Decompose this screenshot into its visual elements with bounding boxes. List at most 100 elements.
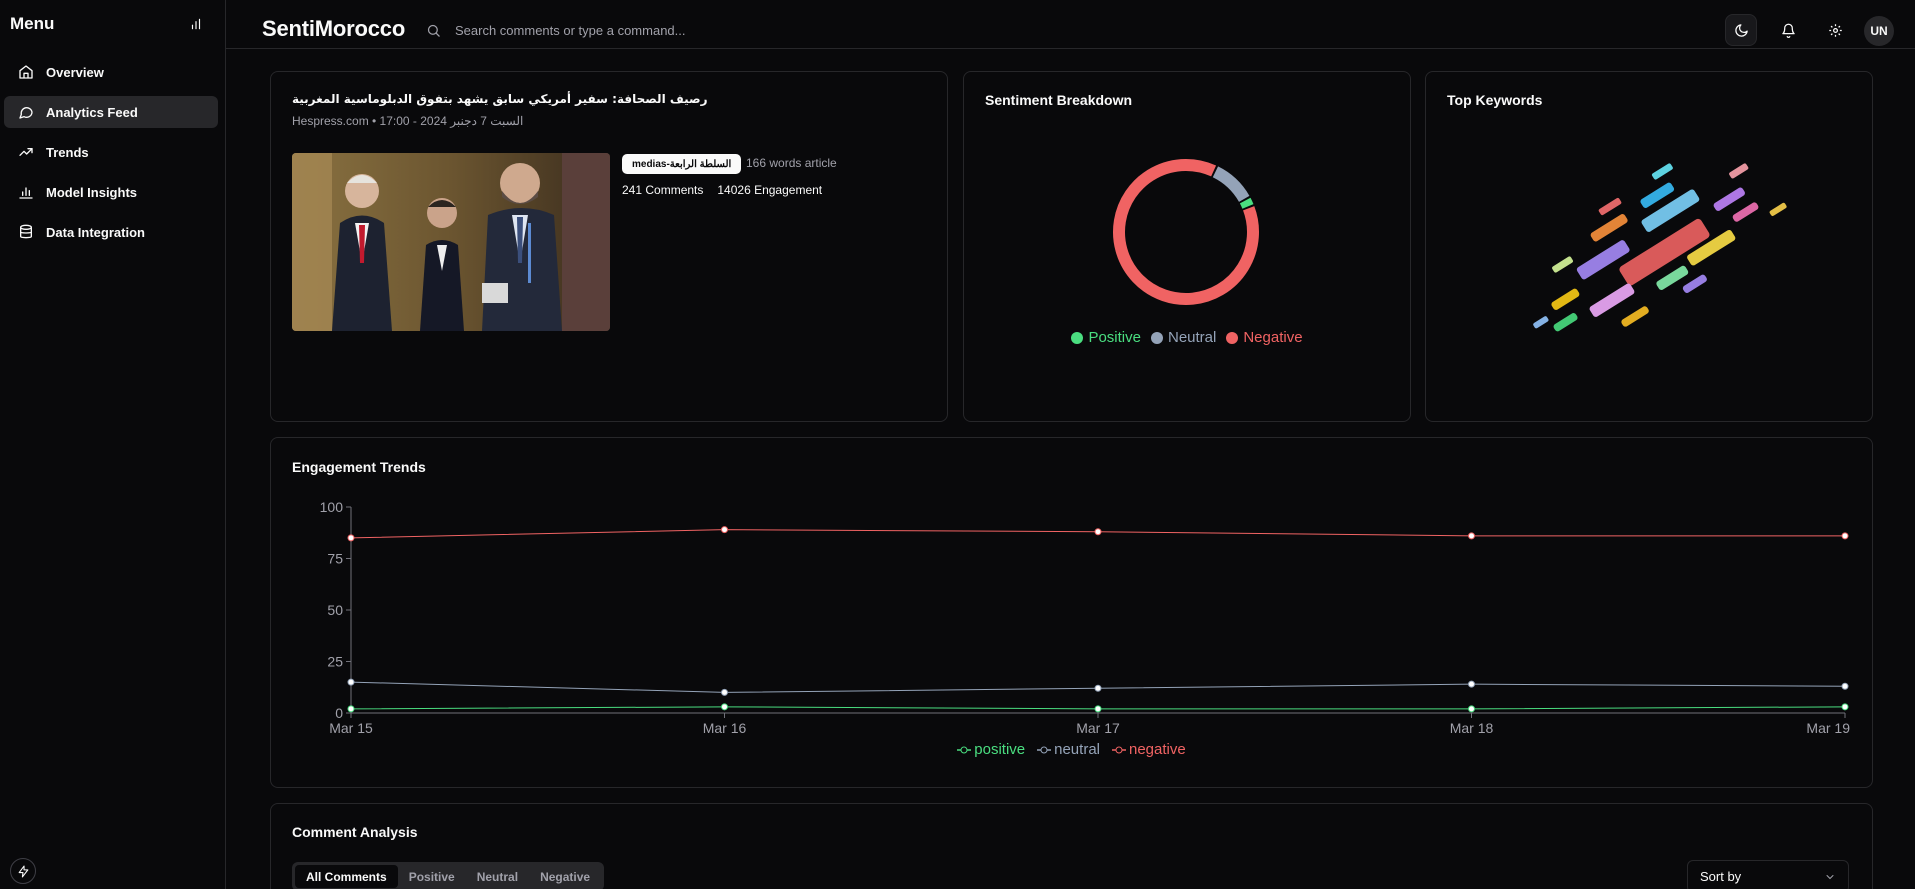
legend-positive[interactable]: Positive	[1071, 329, 1141, 346]
legend-neutral[interactable]: Neutral	[1150, 329, 1217, 346]
sidebar-toggle-button[interactable]	[186, 14, 206, 34]
sidebar: Menu Overview Analytics Feed Trends Mode…	[0, 0, 226, 889]
data-point-neutral	[1841, 682, 1849, 690]
category-badge[interactable]: medias-السلطة الرابعة	[622, 154, 742, 174]
legend-dot	[1071, 331, 1084, 344]
legend-label: positive	[974, 741, 1026, 758]
lightning-icon	[18, 865, 28, 877]
comment-filter-tabs: All Comments Positive Neutral Negative	[292, 862, 605, 889]
search-bar[interactable]	[426, 14, 1706, 46]
legend-negative[interactable]: Negative	[1226, 329, 1303, 346]
article-meta: Hespress.com • 17:00 - 2024 السبت 7 دجنب…	[292, 114, 524, 128]
data-point-negative	[347, 534, 355, 542]
sidebar-title: Menu	[10, 14, 55, 33]
legend-label: Neutral	[1167, 329, 1217, 346]
engagement-count: 14026 Engagement	[717, 183, 823, 197]
settings-button[interactable]	[1819, 14, 1851, 46]
y-tick-label: 50	[327, 602, 343, 618]
theme-toggle-button[interactable]	[1725, 14, 1757, 46]
bell-icon	[1781, 23, 1795, 38]
comment-analysis-title: Comment Analysis	[292, 824, 418, 840]
legend-label: neutral	[1054, 741, 1100, 758]
legend-line-marker	[1112, 746, 1126, 753]
sidebar-item-analytics-feed[interactable]: Analytics Feed	[4, 96, 218, 128]
x-tick-label: Mar 19	[1806, 720, 1850, 736]
top-header: SentiMorocco UN	[226, 0, 1915, 49]
article-photo	[292, 153, 610, 331]
article-stats: 241 Comments 14026 Engagement	[622, 183, 822, 197]
data-point-negative	[721, 526, 728, 534]
sort-label: Sort by	[1700, 869, 1742, 884]
keywords-card: Top Keywords	[1425, 71, 1873, 422]
legend-negative[interactable]: negative	[1112, 741, 1186, 758]
sidebar-item-label: Trends	[46, 144, 89, 160]
trending-up-icon	[19, 148, 33, 156]
x-tick-label: Mar 18	[1450, 720, 1494, 736]
message-circle-icon	[19, 107, 33, 119]
legend-dot	[1150, 331, 1163, 344]
legend-line-marker	[957, 746, 972, 753]
trends-legend: positive neutral negative	[271, 741, 1872, 758]
article-image[interactable]	[292, 153, 610, 331]
search-input[interactable]	[455, 22, 1355, 38]
data-point-neutral	[1468, 680, 1475, 688]
gear-icon	[1828, 23, 1842, 37]
legend-neutral[interactable]: neutral	[1037, 741, 1100, 758]
legend-label: Negative	[1243, 329, 1303, 346]
article-title[interactable]: رصيف الصحافة: سفير أمريكي سابق يشهد بتفو…	[292, 92, 772, 106]
y-tick-label: 0	[335, 705, 343, 721]
x-tick-label: Mar 16	[703, 720, 747, 736]
home-icon	[19, 65, 33, 79]
legend-label: Positive	[1088, 329, 1141, 346]
quick-action-button[interactable]	[10, 858, 36, 884]
x-tick-label: Mar 17	[1076, 720, 1120, 736]
legend-label: negative	[1129, 741, 1186, 758]
word-cloud-graphic	[1533, 163, 1787, 332]
comment-analysis-card: Comment Analysis All Comments Positive N…	[270, 803, 1873, 889]
sidebar-nav: Overview Analytics Feed Trends Model Ins…	[4, 56, 218, 256]
bar-chart-icon	[19, 187, 33, 199]
data-point-neutral	[721, 688, 728, 696]
sidebar-item-model-insights[interactable]: Model Insights	[4, 176, 218, 208]
notifications-button[interactable]	[1772, 14, 1804, 46]
data-point-negative	[1094, 528, 1102, 536]
sort-select[interactable]: Sort by	[1687, 860, 1849, 889]
donut-slice-outline	[1245, 201, 1248, 207]
article-card: رصيف الصحافة: سفير أمريكي سابق يشهد بتفو…	[270, 71, 948, 422]
chevron-down-icon	[1826, 874, 1834, 879]
sidebar-item-label: Overview	[46, 64, 104, 80]
data-point-neutral	[347, 678, 355, 686]
data-point-negative	[1468, 532, 1475, 540]
legend-positive[interactable]: positive	[957, 741, 1025, 758]
sidebar-item-data-integration[interactable]: Data Integration	[4, 216, 218, 248]
engagement-line-chart: 0 25 50 75 100 Mar 15 Mar 16 Mar 17 Mar 18 Mar 19	[320, 499, 1851, 736]
brand-logo[interactable]: SentiMorocco	[262, 16, 405, 42]
avatar[interactable]: UN	[1864, 16, 1894, 46]
data-point-positive	[721, 703, 728, 711]
x-tick-label: Mar 15	[329, 720, 373, 736]
trends-card: Engagement Trends 0 25 50 75 100 Mar 15 Mar 16…	[270, 437, 1873, 788]
sidebar-item-overview[interactable]: Overview	[4, 56, 218, 88]
y-tick-label: 25	[327, 654, 343, 670]
data-point-neutral	[1094, 684, 1102, 692]
tab-neutral[interactable]: Neutral	[466, 865, 529, 888]
comment-count: 241 Comments	[622, 183, 704, 197]
bar-chart-icon	[191, 18, 201, 30]
sidebar-item-label: Analytics Feed	[46, 104, 138, 120]
search-icon	[427, 24, 440, 37]
tab-negative[interactable]: Negative	[529, 865, 601, 888]
data-point-positive	[1841, 703, 1849, 711]
sidebar-header: Menu	[10, 12, 206, 36]
legend-line-marker	[1037, 746, 1052, 753]
tab-positive[interactable]: Positive	[398, 865, 466, 888]
tab-all-comments[interactable]: All Comments	[295, 865, 398, 888]
donut-slice-outline	[1215, 172, 1244, 199]
moon-icon	[1734, 23, 1748, 37]
app-root: Menu Overview Analytics Feed Trends Mode…	[0, 0, 1915, 889]
sentiment-legend: Positive Neutral Negative	[964, 329, 1410, 346]
data-point-positive	[1468, 705, 1475, 713]
sentiment-card: Sentiment Breakdown Positive Neutral Neg…	[963, 71, 1411, 422]
sidebar-item-trends[interactable]: Trends	[4, 136, 218, 168]
sidebar-item-label: Data Integration	[46, 224, 145, 240]
database-icon	[20, 224, 32, 239]
